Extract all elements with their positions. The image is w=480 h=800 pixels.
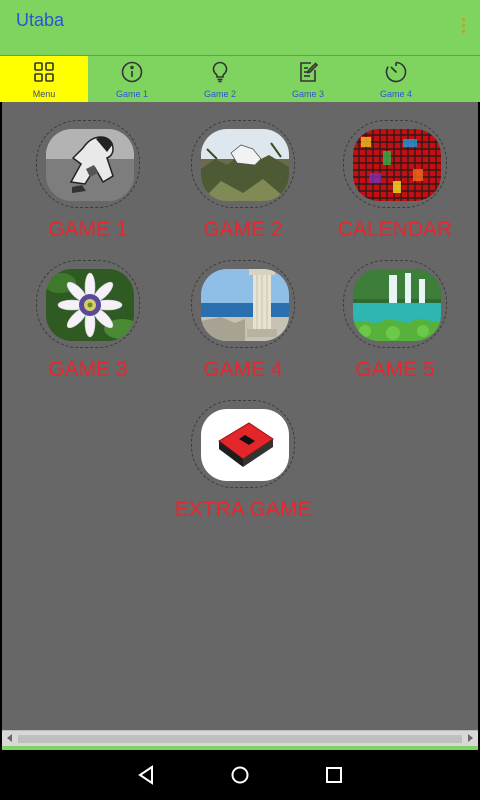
- back-icon[interactable]: [135, 764, 157, 786]
- tile-calendar[interactable]: CALENDAR: [320, 120, 470, 250]
- tab-label: Game 3: [291, 89, 324, 99]
- tile-extra-game[interactable]: EXTRA GAME: [168, 400, 318, 530]
- tile-frame: [191, 400, 295, 488]
- horizontal-scrollbar[interactable]: [2, 730, 478, 746]
- timer-icon: [385, 61, 407, 83]
- game-3-image: [46, 269, 134, 341]
- tile-label: GAME 4: [203, 358, 283, 381]
- tile-label: EXTRA GAME: [174, 498, 312, 521]
- tab-game-2[interactable]: Game 2: [176, 56, 264, 102]
- tile-label: GAME 2: [203, 218, 283, 241]
- lightbulb-icon: [212, 61, 228, 83]
- tile-label: GAME 5: [355, 358, 435, 381]
- tile-frame: [343, 260, 447, 348]
- menu-grid: GAME 1 GAME 2 CALENDAR GAME 3 GAME 4 GAM…: [2, 102, 478, 730]
- edit-note-icon: [300, 62, 319, 82]
- tile-frame: [36, 260, 140, 348]
- tile-game-1[interactable]: GAME 1: [13, 120, 163, 250]
- tile-label: GAME 3: [48, 358, 128, 381]
- tile-frame: [191, 260, 295, 348]
- scroll-right-icon[interactable]: [468, 734, 473, 742]
- tile-frame: [191, 120, 295, 208]
- grid-icon: [34, 62, 54, 82]
- game-1-image: [46, 129, 134, 201]
- tab-game-1[interactable]: Game 1: [88, 56, 176, 102]
- tab-label: Game 1: [115, 89, 148, 99]
- tab-game-3[interactable]: Game 3: [264, 56, 352, 102]
- tile-game-5[interactable]: GAME 5: [320, 260, 470, 390]
- overflow-menu-icon[interactable]: [460, 18, 466, 38]
- game-2-image: [201, 129, 289, 201]
- tile-frame: [36, 120, 140, 208]
- tile-frame: [343, 120, 447, 208]
- tile-game-3[interactable]: GAME 3: [13, 260, 163, 390]
- tile-label: CALENDAR: [337, 218, 453, 241]
- info-icon: [121, 61, 143, 83]
- tab-menu[interactable]: Menu: [0, 56, 88, 102]
- scroll-left-icon[interactable]: [7, 734, 12, 742]
- tile-game-4[interactable]: GAME 4: [168, 260, 318, 390]
- calendar-image: [353, 129, 441, 201]
- tab-bar: Menu Game 1 Game 2 Game 3 Game 4: [0, 56, 480, 102]
- app-title: Utaba: [16, 10, 65, 30]
- game-4-image: [201, 269, 289, 341]
- game-5-image: [353, 269, 441, 341]
- tab-game-4[interactable]: Game 4: [352, 56, 440, 102]
- system-navigation-bar: [0, 750, 480, 800]
- tab-label: Game 2: [203, 89, 236, 99]
- extra-game-image: [201, 409, 289, 481]
- tile-label: GAME 1: [48, 218, 128, 241]
- recents-icon[interactable]: [323, 764, 345, 786]
- tile-game-2[interactable]: GAME 2: [168, 120, 318, 250]
- home-icon[interactable]: [229, 764, 251, 786]
- app-bar: Utaba: [0, 0, 480, 56]
- tab-label: Game 4: [379, 89, 412, 99]
- tab-label: Menu: [32, 89, 56, 99]
- scrollbar-thumb[interactable]: [18, 735, 462, 743]
